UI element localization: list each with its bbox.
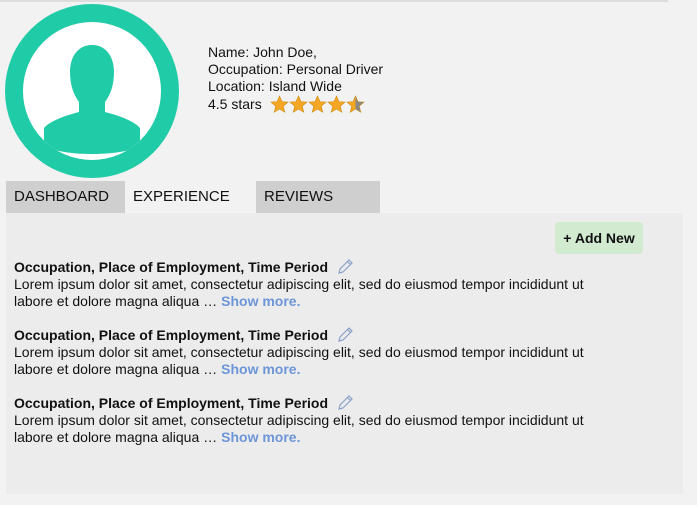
entry-description-line1: Lorem ipsum dolor sit amet, consectetur … [14,276,584,292]
avatar [5,4,179,178]
entry-description-line2: labore et dolore magna aliqua … Show more… [14,293,654,310]
star-icon [345,95,365,113]
entry-title-row: Occupation, Place of Employment, Time Pe… [14,326,654,344]
profile-info: Name: John Doe, Occupation: Personal Dri… [208,44,383,114]
entry-title: Occupation, Place of Employment, Time Pe… [14,258,329,275]
pencil-edit-icon[interactable] [336,326,354,344]
tab-dashboard[interactable]: DASHBOARD [6,181,125,213]
rating-stars [269,95,365,114]
profile-name: Name: John Doe, [208,44,317,60]
pencil-edit-icon[interactable] [336,258,354,276]
entry-description-line2: labore et dolore magna aliqua … Show more… [14,361,654,378]
entry-description-text: labore et dolore magna aliqua … [14,361,218,377]
star-icon [269,95,289,113]
experience-entry: Occupation, Place of Employment, Time Pe… [14,258,654,310]
entry-title: Occupation, Place of Employment, Time Pe… [14,326,329,343]
star-icon [288,95,308,113]
profile-location: Location: Island Wide [208,78,342,94]
show-more-link[interactable]: Show more. [221,293,300,309]
entry-title-row: Occupation, Place of Employment, Time Pe… [14,258,654,276]
add-new-button[interactable]: + Add New [555,222,643,254]
tab-reviews[interactable]: REVIEWS [256,181,380,213]
experience-panel: + Add New Occupation, Place of Employmen… [6,213,683,494]
top-divider [0,0,668,2]
rating-text: 4.5 stars [208,96,262,112]
avatar-inner [23,22,161,160]
star-icon [326,95,346,113]
pencil-edit-icon[interactable] [336,394,354,412]
profile-rating: 4.5 stars [208,95,383,114]
entry-description-line1: Lorem ipsum dolor sit amet, consectetur … [14,412,584,428]
experience-entry: Occupation, Place of Employment, Time Pe… [14,326,654,378]
user-silhouette-icon [44,45,140,154]
star-icon [307,95,327,113]
entry-title-row: Occupation, Place of Employment, Time Pe… [14,394,654,412]
entry-description-text: labore et dolore magna aliqua … [14,293,218,309]
profile-occupation: Occupation: Personal Driver [208,61,384,77]
entry-title: Occupation, Place of Employment, Time Pe… [14,394,329,411]
entry-description-line1: Lorem ipsum dolor sit amet, consectetur … [14,344,584,360]
entry-description-line2: labore et dolore magna aliqua … Show more… [14,429,654,446]
entry-description-text: labore et dolore magna aliqua … [14,429,218,445]
show-more-link[interactable]: Show more. [221,429,300,445]
experience-entry: Occupation, Place of Employment, Time Pe… [14,394,654,446]
profile-tabs: DASHBOARD EXPERIENCE REVIEWS [6,181,380,213]
tab-experience[interactable]: EXPERIENCE [125,181,256,213]
show-more-link[interactable]: Show more. [221,361,300,377]
